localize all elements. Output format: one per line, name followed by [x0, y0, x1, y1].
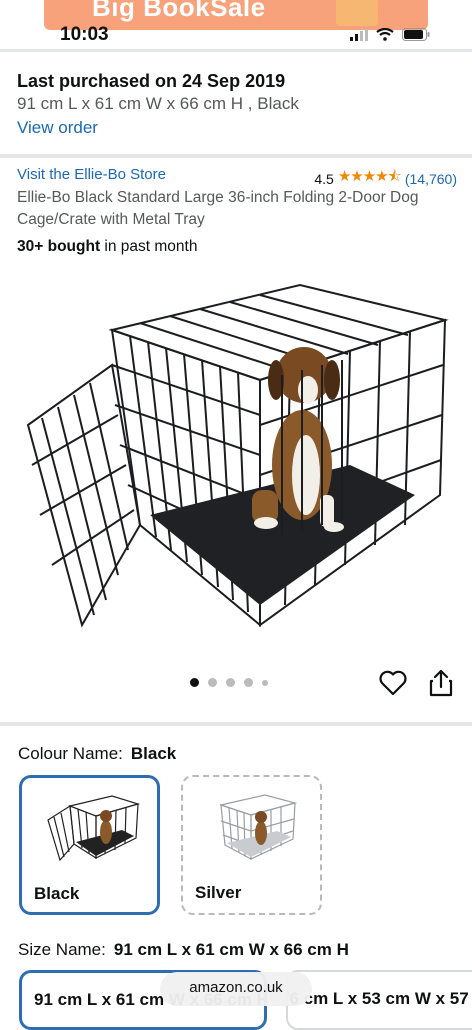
- store-row: Visit the Ellie-Bo Store 4.5 ★★★★⯪ (14,7…: [17, 166, 457, 187]
- promo-illustration: [336, 0, 378, 26]
- section-divider: [0, 722, 472, 726]
- size-name-label: Size Name: 91 cm L x 61 cm W x 66 cm H: [18, 940, 349, 960]
- size-option-label: 76 cm L x 53 cm W x 57 cm H: [288, 989, 472, 1008]
- section-divider: [0, 154, 472, 158]
- heart-icon[interactable]: [378, 668, 408, 698]
- swatch-label-silver: Silver: [195, 883, 242, 902]
- carousel-dot[interactable]: [226, 678, 235, 687]
- swatch-image-silver: [218, 794, 298, 861]
- signal-icon: [350, 28, 368, 41]
- size-option-76cm[interactable]: 76 cm L x 53 cm W x 57 cm H: [286, 970, 472, 1030]
- bought-count: 30+ bought in past month: [17, 238, 197, 256]
- colour-swatch-black[interactable]: Black: [19, 775, 160, 915]
- carousel-dot[interactable]: [262, 679, 268, 686]
- share-icon[interactable]: [428, 668, 454, 698]
- carousel-dot[interactable]: [244, 678, 253, 687]
- bought-count-bold: 30+ bought: [17, 238, 101, 255]
- bought-count-rest: in past month: [100, 238, 198, 255]
- carousel-dot[interactable]: [208, 678, 217, 687]
- last-purchase-panel: Last purchased on 24 Sep 2019 91 cm L x …: [17, 70, 299, 140]
- last-purchased-title: Last purchased on 24 Sep 2019: [17, 71, 286, 91]
- product-image[interactable]: [20, 275, 452, 635]
- colour-selected-value: Black: [130, 744, 177, 763]
- image-carousel-dots[interactable]: [190, 678, 268, 687]
- rating-count[interactable]: (14,760): [405, 171, 457, 187]
- top-divider: [0, 49, 472, 52]
- colour-label-text: Colour Name:: [18, 744, 123, 763]
- promo-text: Big BookSale: [92, 0, 266, 22]
- browser-url-bar[interactable]: amazon.co.uk: [160, 972, 312, 1006]
- carousel-dot[interactable]: [190, 678, 199, 687]
- swatch-image-black: [47, 795, 141, 862]
- size-selected-value: 91 cm L x 61 cm W x 66 cm H: [113, 940, 349, 959]
- battery-icon: [402, 28, 430, 41]
- status-bar: 10:03: [0, 24, 472, 48]
- status-clock: 10:03: [60, 24, 109, 45]
- swatch-label-black: Black: [34, 884, 80, 903]
- wifi-icon: [376, 28, 394, 41]
- view-order-link[interactable]: View order: [17, 116, 299, 140]
- last-purchased-spec: 91 cm L x 61 cm W x 66 cm H , Black: [17, 94, 299, 113]
- size-label-text: Size Name:: [18, 940, 106, 959]
- store-link[interactable]: Visit the Ellie-Bo Store: [17, 166, 166, 183]
- rating-value: 4.5: [314, 170, 334, 187]
- product-title: Ellie-Bo Black Standard Large 36-inch Fo…: [17, 189, 419, 228]
- colour-swatch-silver[interactable]: Silver: [181, 775, 322, 915]
- colour-name-label: Colour Name: Black: [18, 744, 176, 764]
- status-icons: [350, 28, 430, 41]
